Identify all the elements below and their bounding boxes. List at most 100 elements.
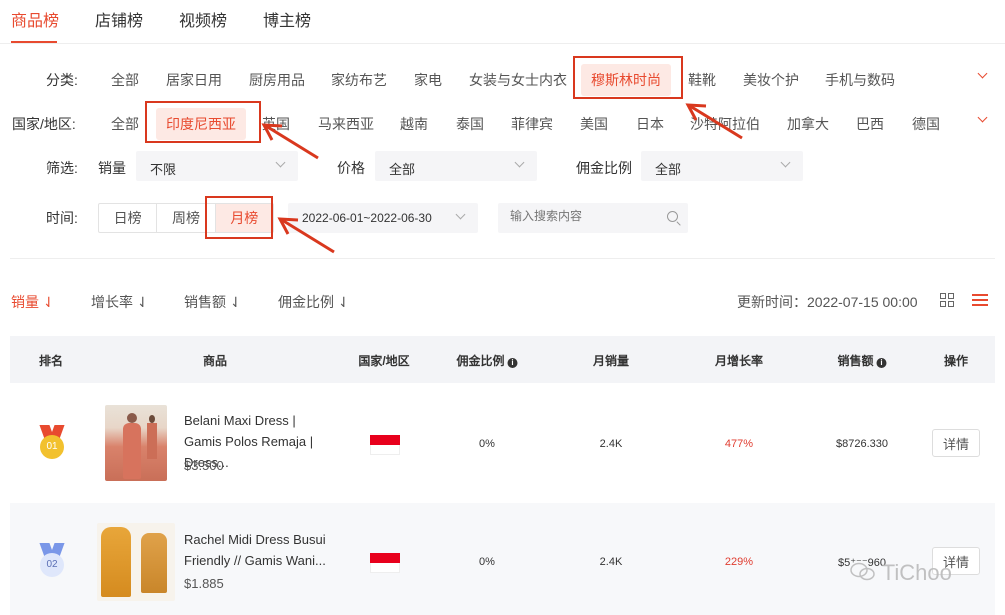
- monthly-sales-value: 2.4K: [599, 556, 623, 568]
- category-item-womenswear[interactable]: 女装与女士内衣: [469, 70, 567, 90]
- region-item-vietnam[interactable]: 越南: [400, 114, 428, 134]
- product-name[interactable]: Rachel Midi Dress Busui Friendly // Gami…: [184, 529, 334, 571]
- region-label: 国家/地区:: [12, 116, 76, 132]
- rank-number: 02: [40, 553, 64, 577]
- time-label: 时间:: [46, 210, 78, 226]
- tab-creators[interactable]: 博主榜: [263, 7, 311, 31]
- search-input[interactable]: [510, 209, 660, 223]
- category-item-shoes[interactable]: 鞋靴: [688, 70, 716, 90]
- rank-number: 01: [40, 435, 64, 459]
- commission-value: 0%: [479, 438, 495, 450]
- region-item-all[interactable]: 全部: [111, 114, 139, 134]
- category-item-kitchen[interactable]: 厨房用品: [249, 70, 305, 90]
- category-item-all[interactable]: 全部: [111, 70, 139, 90]
- category-label: 分类:: [46, 72, 78, 88]
- sort-by-revenue-label: 销售额: [184, 294, 226, 310]
- commission-select[interactable]: 全部: [641, 151, 803, 181]
- details-button[interactable]: 详情: [932, 429, 980, 457]
- region-item-germany[interactable]: 德国: [912, 114, 940, 134]
- table-row: 02 Rachel Midi Dress Busui Friendly // G…: [10, 503, 995, 615]
- sort-by-sales-label: 销量: [11, 294, 39, 310]
- commission-select-value: 全部: [655, 162, 682, 177]
- header-rank: 排名: [38, 354, 64, 368]
- price-select[interactable]: 全部: [375, 151, 537, 181]
- revenue-value: $8726.330: [836, 438, 888, 450]
- tab-shops[interactable]: 店铺榜: [95, 7, 143, 31]
- region-item-philippines[interactable]: 菲律宾: [511, 114, 553, 134]
- date-range-value: 2022-06-01~2022-06-30: [302, 211, 432, 225]
- sales-select[interactable]: 不限: [136, 151, 298, 181]
- commission-filter-label: 佣金比例: [576, 160, 632, 176]
- header-revenue-label: 销售额: [837, 354, 874, 368]
- region-expand-icon[interactable]: [977, 112, 988, 123]
- sales-filter-label: 销量: [98, 160, 126, 176]
- info-icon[interactable]: i: [507, 358, 518, 368]
- header-revenue: 销售额 i: [837, 352, 887, 369]
- list-view-icon[interactable]: [972, 294, 988, 307]
- sort-by-growth[interactable]: 增长率 ⇃: [91, 292, 149, 312]
- header-monthly-sales: 月销量: [592, 354, 630, 368]
- category-item-muslim-fashion[interactable]: 穆斯林时尚: [581, 64, 671, 96]
- category-expand-icon[interactable]: [977, 68, 988, 79]
- header-commission-label: 佣金比例: [456, 354, 505, 368]
- region-item-uk[interactable]: 英国: [262, 114, 290, 134]
- table-header: 排名 商品 国家/地区 佣金比例 i 月销量 月增长率 销售额 i 操作: [10, 336, 995, 383]
- region-item-saudi[interactable]: 沙特阿拉伯: [690, 114, 760, 134]
- active-tab-underline: [11, 41, 57, 43]
- tab-products[interactable]: 商品榜: [11, 7, 59, 31]
- time-option-daily[interactable]: 日榜: [99, 204, 158, 232]
- time-period-toggle: 日榜 周榜 月榜: [98, 203, 274, 233]
- table-row: 01 Belani Maxi Dress | Gamis Polos Remaj…: [10, 383, 995, 503]
- price-filter-label: 价格: [337, 160, 365, 176]
- ranking-tabs: 商品榜 店铺榜 视频榜 博主榜: [0, 0, 1005, 44]
- gold-medal-icon: 01: [39, 425, 65, 461]
- sort-by-revenue[interactable]: 销售额 ⇃: [184, 292, 242, 312]
- region-item-japan[interactable]: 日本: [636, 114, 664, 134]
- filter-label: 筛选:: [46, 160, 78, 176]
- section-divider: [10, 258, 995, 259]
- grid-view-icon[interactable]: [940, 293, 954, 307]
- header-product: 商品: [202, 354, 228, 368]
- indonesia-flag-icon: [370, 553, 400, 573]
- category-item-home[interactable]: 居家日用: [166, 70, 222, 90]
- date-range-select[interactable]: 2022-06-01~2022-06-30: [288, 203, 478, 233]
- commission-value: 0%: [479, 556, 495, 568]
- update-time: 更新时间：2022-07-15 00:00: [737, 294, 918, 310]
- region-item-malaysia[interactable]: 马来西亚: [318, 114, 374, 134]
- region-item-canada[interactable]: 加拿大: [787, 114, 829, 134]
- category-item-appliances[interactable]: 家电: [414, 70, 442, 90]
- sort-by-commission[interactable]: 佣金比例 ⇃: [278, 292, 350, 312]
- wechat-icon: [850, 562, 875, 581]
- category-item-beauty[interactable]: 美妆个护: [743, 70, 799, 90]
- watermark: TiChoo: [850, 560, 952, 586]
- monthly-growth-value: 229%: [724, 556, 754, 568]
- header-monthly-growth: 月增长率: [714, 354, 764, 368]
- sort-by-growth-label: 增长率: [91, 294, 133, 310]
- region-item-usa[interactable]: 美国: [580, 114, 608, 134]
- sort-by-sales[interactable]: 销量 ⇃: [11, 292, 55, 312]
- monthly-sales-value: 2.4K: [599, 438, 623, 450]
- time-option-monthly[interactable]: 月榜: [215, 204, 273, 232]
- region-item-brazil[interactable]: 巴西: [856, 114, 884, 134]
- sales-select-value: 不限: [150, 162, 177, 177]
- silver-medal-icon: 02: [39, 543, 65, 579]
- header-actions: 操作: [943, 354, 969, 368]
- price-select-value: 全部: [389, 162, 416, 177]
- tab-videos[interactable]: 视频榜: [179, 7, 227, 31]
- time-option-weekly[interactable]: 周榜: [157, 204, 216, 232]
- category-item-phones[interactable]: 手机与数码: [825, 70, 895, 90]
- region-item-indonesia[interactable]: 印度尼西亚: [156, 108, 246, 140]
- region-item-thailand[interactable]: 泰国: [456, 114, 484, 134]
- product-price: $3.500: [184, 458, 224, 473]
- monthly-growth-value: 477%: [724, 438, 754, 450]
- category-item-textiles[interactable]: 家纺布艺: [331, 70, 387, 90]
- info-icon[interactable]: i: [876, 358, 887, 368]
- chevron-down-icon: [780, 157, 791, 168]
- product-thumbnail[interactable]: [105, 405, 167, 481]
- chevron-down-icon: [514, 157, 525, 168]
- product-thumbnail[interactable]: [97, 523, 175, 601]
- indonesia-flag-icon: [370, 435, 400, 455]
- product-price: $1.885: [184, 576, 224, 591]
- sort-by-commission-label: 佣金比例: [278, 294, 334, 310]
- search-icon[interactable]: [667, 211, 678, 222]
